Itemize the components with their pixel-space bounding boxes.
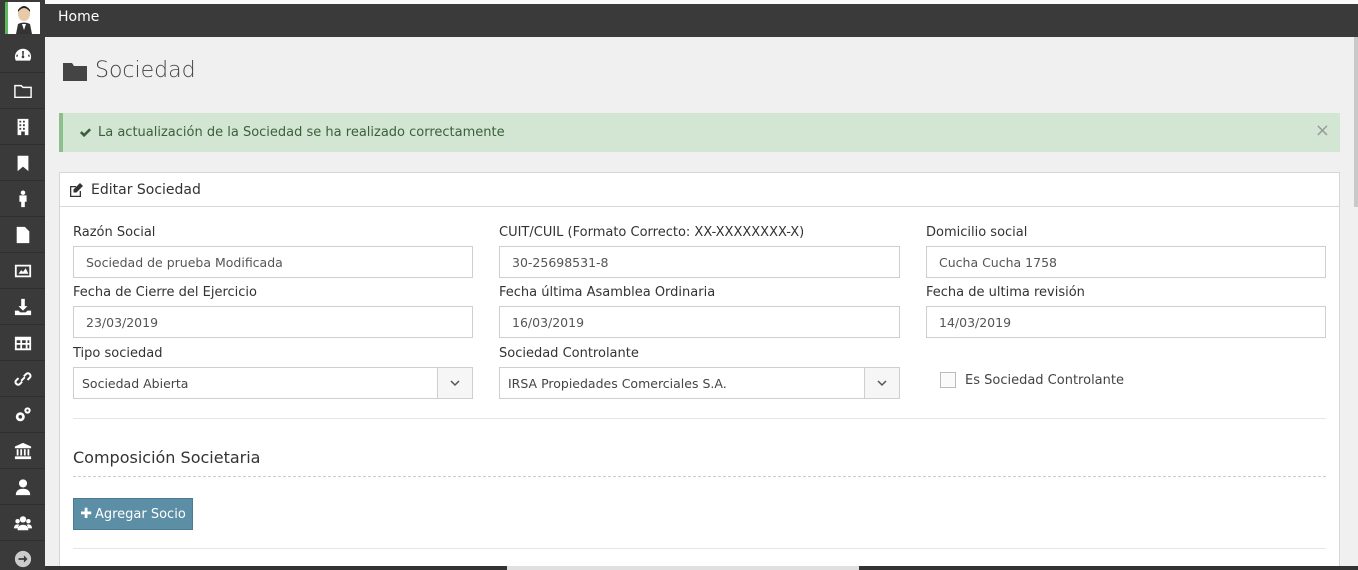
nav-folder[interactable] xyxy=(0,73,45,109)
domicilio-input[interactable]: Cucha Cucha 1758 xyxy=(926,246,1326,278)
sidebar xyxy=(0,0,45,570)
users-icon xyxy=(13,515,32,530)
divider xyxy=(73,418,1326,419)
cuit-group: CUIT/CUIL (Formato Correcto: XX-XXXXXXXX… xyxy=(499,225,900,278)
success-alert: La actualización de la Sociedad se ha re… xyxy=(59,113,1340,152)
close-icon[interactable]: × xyxy=(1315,122,1330,140)
sociedad-controlante-group: Sociedad Controlante IRSA Propiedades Co… xyxy=(499,346,900,399)
image-icon xyxy=(14,264,31,277)
link-icon xyxy=(14,371,31,386)
arrow-right-icon xyxy=(14,550,31,568)
domicilio-label: Domicilio social xyxy=(926,225,1028,240)
nav-document[interactable] xyxy=(0,217,45,253)
person-icon xyxy=(18,189,27,207)
cuit-input[interactable]: 30-25698531-8 xyxy=(499,246,900,278)
edit-icon xyxy=(70,182,83,197)
panel-title: Editar Sociedad xyxy=(91,181,201,198)
es-controlante-checkbox-group[interactable]: Es Sociedad Controlante xyxy=(940,372,1124,388)
folder-icon xyxy=(63,62,87,81)
nav-bookmark[interactable] xyxy=(0,145,45,181)
fecha-cierre-group: Fecha de Cierre del Ejercicio 23/03/2019 xyxy=(73,285,473,338)
fecha-revision-label: Fecha de ultima revisión xyxy=(926,285,1085,300)
fecha-revision-group: Fecha de ultima revisión 14/03/2019 xyxy=(926,285,1326,338)
fecha-revision-input[interactable]: 14/03/2019 xyxy=(926,306,1326,338)
bank-icon xyxy=(14,442,31,459)
fecha-asamblea-input[interactable]: 16/03/2019 xyxy=(499,306,900,338)
fecha-asamblea-label: Fecha última Asamblea Ordinaria xyxy=(499,285,716,300)
composicion-title: Composición Societaria xyxy=(73,448,261,467)
sociedad-controlante-label: Sociedad Controlante xyxy=(499,346,639,361)
chevron-down-icon[interactable] xyxy=(437,368,472,398)
nav-link[interactable] xyxy=(0,361,45,397)
es-controlante-label: Es Sociedad Controlante xyxy=(965,372,1124,388)
folder-icon xyxy=(13,84,32,98)
chevron-down-icon[interactable] xyxy=(864,368,899,398)
tipo-sociedad-value: Sociedad Abierta xyxy=(82,375,189,391)
nav-table[interactable] xyxy=(0,325,45,361)
nav-bank[interactable] xyxy=(0,433,45,469)
user-icon xyxy=(15,478,30,495)
nav-building[interactable] xyxy=(0,109,45,145)
vertical-scrollbar[interactable] xyxy=(1354,37,1358,207)
domicilio-group: Domicilio social Cucha Cucha 1758 xyxy=(926,225,1326,278)
document-icon xyxy=(16,226,29,243)
fecha-asamblea-group: Fecha última Asamblea Ordinaria 16/03/20… xyxy=(499,285,900,338)
nav-arrow[interactable] xyxy=(0,541,45,570)
table-icon xyxy=(14,336,31,350)
page-title: Sociedad xyxy=(63,58,196,83)
nav-person[interactable] xyxy=(0,181,45,217)
scrollbar-thumb[interactable] xyxy=(507,566,859,570)
nav-users[interactable] xyxy=(0,505,45,541)
avatar[interactable] xyxy=(5,2,40,34)
fecha-cierre-label: Fecha de Cierre del Ejercicio xyxy=(73,285,257,300)
nav-dashboard[interactable] xyxy=(0,37,45,73)
divider xyxy=(73,548,1326,549)
dashed-divider xyxy=(73,476,1326,477)
dashboard-icon xyxy=(14,48,31,61)
razon-social-label: Razón Social xyxy=(73,225,156,240)
check-icon xyxy=(79,128,92,138)
edit-panel: Editar Sociedad Razón Social Sociedad de… xyxy=(59,172,1340,570)
bookmark-icon xyxy=(17,155,28,171)
tipo-sociedad-label: Tipo sociedad xyxy=(73,346,163,361)
building-icon xyxy=(17,118,28,135)
panel-header: Editar Sociedad xyxy=(60,173,1339,207)
es-controlante-checkbox[interactable] xyxy=(940,372,956,388)
add-socio-button[interactable]: ✚ Agregar Socio xyxy=(73,498,193,530)
plus-icon: ✚ xyxy=(80,506,92,522)
tipo-sociedad-select[interactable]: Sociedad Abierta xyxy=(73,367,473,399)
razon-social-input[interactable]: Sociedad de prueba Modificada xyxy=(73,246,473,278)
alert-message: La actualización de la Sociedad se ha re… xyxy=(98,125,505,140)
razon-social-group: Razón Social Sociedad de prueba Modifica… xyxy=(73,225,473,278)
nav-image[interactable] xyxy=(0,253,45,289)
add-socio-label: Agregar Socio xyxy=(94,506,186,522)
nav-user[interactable] xyxy=(0,469,45,505)
cogs-icon xyxy=(15,406,31,421)
cuit-label: CUIT/CUIL (Formato Correcto: XX-XXXXXXXX… xyxy=(499,225,805,240)
home-link[interactable]: Home xyxy=(58,9,99,25)
fecha-cierre-input[interactable]: 23/03/2019 xyxy=(73,306,473,338)
tipo-sociedad-group: Tipo sociedad Sociedad Abierta xyxy=(73,346,473,399)
nav-download[interactable] xyxy=(0,289,45,325)
download-icon xyxy=(14,298,31,315)
horizontal-scrollbar[interactable] xyxy=(45,566,1358,570)
topbar: Home xyxy=(45,4,1358,37)
sociedad-controlante-select[interactable]: IRSA Propiedades Comerciales S.A. xyxy=(499,367,900,399)
sociedad-controlante-value: IRSA Propiedades Comerciales S.A. xyxy=(508,375,727,391)
nav-cogs[interactable] xyxy=(0,397,45,433)
page-title-text: Sociedad xyxy=(95,58,196,83)
